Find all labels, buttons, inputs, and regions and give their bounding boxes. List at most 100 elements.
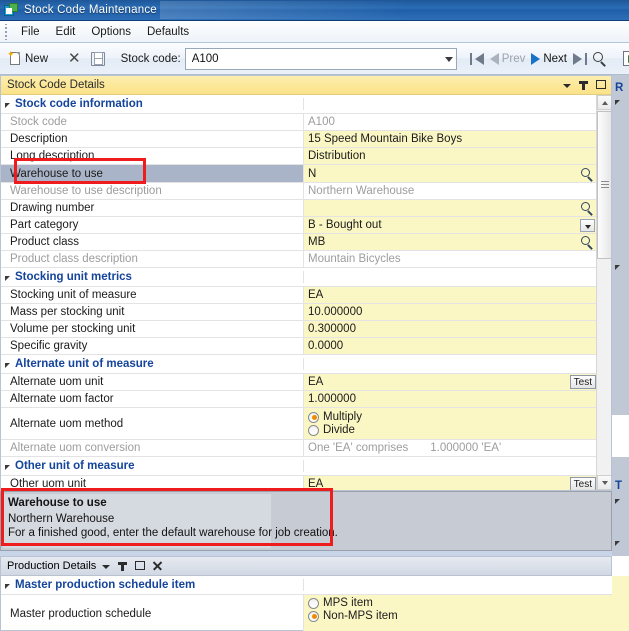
grid-vertical-scrollbar[interactable] xyxy=(596,95,611,490)
next-record-button[interactable]: Next xyxy=(528,51,570,67)
table-row[interactable]: Long description Distribution xyxy=(1,148,597,165)
stock-code-input[interactable] xyxy=(189,49,438,68)
radio-button-icon[interactable] xyxy=(308,597,319,609)
row-label: Stock code xyxy=(1,114,304,130)
table-row[interactable]: Mass per stocking unit 10.000000 xyxy=(1,304,597,321)
scroll-up-button[interactable] xyxy=(597,95,611,110)
table-row[interactable]: Product class MB xyxy=(1,234,597,251)
collapse-triangle-icon[interactable] xyxy=(615,265,620,270)
prev-record-button[interactable]: Prev xyxy=(487,51,529,67)
radio-button-selected-icon[interactable] xyxy=(308,411,319,423)
alternate-uom-method-field[interactable]: Multiply Divide xyxy=(304,408,597,439)
maximize-icon[interactable] xyxy=(594,78,608,92)
radio-option-mps-item[interactable]: MPS item xyxy=(308,597,398,609)
group-header-other-unit-of-measure[interactable]: Other unit of measure xyxy=(1,457,597,476)
long-description-field[interactable]: Distribution xyxy=(304,148,597,164)
table-row[interactable]: Other uom unit EA Test xyxy=(1,476,597,490)
alternate-uom-test-button[interactable]: Test xyxy=(569,375,596,389)
first-record-button[interactable] xyxy=(467,51,487,67)
warehouse-to-use-field[interactable]: N xyxy=(304,165,597,182)
last-record-button[interactable] xyxy=(570,51,590,67)
table-row[interactable]: Drawing number xyxy=(1,200,597,217)
mass-per-stocking-unit-field[interactable]: 10.000000 xyxy=(304,304,597,320)
collapse-triangle-icon[interactable] xyxy=(5,276,10,281)
lookup-search-icon[interactable] xyxy=(580,235,594,250)
collapse-triangle-icon[interactable] xyxy=(5,584,10,589)
part-category-field[interactable]: B - Bought out xyxy=(304,217,597,233)
maximize-icon[interactable] xyxy=(133,559,147,573)
stock-code-combo[interactable] xyxy=(184,47,457,70)
menu-item-defaults[interactable]: Defaults xyxy=(139,24,197,40)
lookup-search-icon[interactable] xyxy=(580,167,594,182)
table-row[interactable]: Alternate uom method Multiply Divide xyxy=(1,408,597,440)
group-header-master-production-schedule-item[interactable]: Master production schedule item xyxy=(1,576,613,595)
chevron-down-icon[interactable] xyxy=(580,219,595,232)
table-row[interactable]: Description 15 Speed Mountain Bike Boys xyxy=(1,131,597,148)
pin-icon[interactable] xyxy=(116,559,130,573)
next-arrow-icon xyxy=(531,52,541,65)
radio-option-divide[interactable]: Divide xyxy=(308,424,362,436)
table-row[interactable]: Stock code A100 xyxy=(1,114,597,131)
radio-option-non-mps-item[interactable]: Non-MPS item xyxy=(308,610,398,622)
table-row[interactable]: Warehouse to use description Northern Wa… xyxy=(1,183,597,200)
table-row[interactable]: Alternate uom factor 1.000000 xyxy=(1,391,597,408)
chevron-down-icon[interactable] xyxy=(444,56,453,62)
collapse-triangle-icon[interactable] xyxy=(5,103,10,108)
row-label: Warehouse to use description xyxy=(1,183,304,199)
collapse-triangle-icon[interactable] xyxy=(615,541,620,546)
alternate-uom-unit-value: EA xyxy=(308,376,324,388)
table-row-warehouse-to-use[interactable]: Warehouse to use N xyxy=(1,165,597,183)
field-help-content: Warehouse to use Northern Warehouse For … xyxy=(3,494,338,548)
table-row[interactable]: Master production schedule MPS item Non-… xyxy=(1,595,613,631)
scroll-down-button[interactable] xyxy=(597,475,611,490)
alternate-uom-unit-field[interactable]: EA Test xyxy=(304,374,597,390)
collapse-triangle-icon[interactable] xyxy=(5,465,10,470)
group-header-stock-code-information[interactable]: Stock code information xyxy=(1,95,597,114)
part-category-value: B - Bought out xyxy=(308,219,382,231)
table-row[interactable]: Alternate uom conversion One 'EA' compri… xyxy=(1,440,597,457)
master-production-schedule-field[interactable]: MPS item Non-MPS item xyxy=(304,595,613,631)
collapse-triangle-icon[interactable] xyxy=(615,100,620,105)
last-record-bar xyxy=(585,52,587,65)
collapse-triangle-icon[interactable] xyxy=(615,499,620,504)
scrollbar-thumb[interactable] xyxy=(597,111,611,259)
menu-grip-handle[interactable] xyxy=(2,23,11,40)
table-row[interactable]: Alternate uom unit EA Test xyxy=(1,374,597,391)
group-header-alternate-unit-of-measure[interactable]: Alternate unit of measure xyxy=(1,355,597,374)
volume-per-stocking-unit-field[interactable]: 0.300000 xyxy=(304,321,597,337)
run-button[interactable] xyxy=(620,49,629,68)
group-header-stocking-unit-metrics[interactable]: Stocking unit metrics xyxy=(1,268,597,287)
radio-button-icon[interactable] xyxy=(308,424,319,436)
collapse-triangle-icon[interactable] xyxy=(5,363,10,368)
alternate-uom-factor-field[interactable]: 1.000000 xyxy=(304,391,597,407)
table-row[interactable]: Product class description Mountain Bicyc… xyxy=(1,251,597,268)
menu-item-file[interactable]: File xyxy=(13,24,48,40)
table-row[interactable]: Volume per stocking unit 0.300000 xyxy=(1,321,597,338)
pin-icon[interactable] xyxy=(577,78,591,92)
specific-gravity-field[interactable]: 0.0000 xyxy=(304,338,597,354)
other-uom-unit-field[interactable]: EA Test xyxy=(304,476,597,490)
table-row[interactable]: Stocking unit of measure EA xyxy=(1,287,597,304)
dropdown-menu-icon[interactable] xyxy=(560,78,574,92)
application-window: Stock Code Maintenance File Edit Options… xyxy=(0,0,629,631)
menu-item-edit[interactable]: Edit xyxy=(48,24,84,40)
radio-label: Non-MPS item xyxy=(323,610,398,622)
delete-button[interactable]: ✕ xyxy=(62,50,87,68)
search-button[interactable] xyxy=(590,50,610,68)
new-button[interactable]: ✦ New xyxy=(4,49,52,68)
dropdown-menu-icon[interactable] xyxy=(99,559,113,573)
save-button[interactable] xyxy=(87,50,109,68)
menu-item-options[interactable]: Options xyxy=(83,24,139,40)
radio-button-selected-icon[interactable] xyxy=(308,610,319,622)
other-uom-test-button[interactable]: Test xyxy=(569,477,596,490)
table-row[interactable]: Specific gravity 0.0000 xyxy=(1,338,597,355)
table-row[interactable]: Part category B - Bought out xyxy=(1,217,597,234)
product-class-field[interactable]: MB xyxy=(304,234,597,250)
description-field[interactable]: 15 Speed Mountain Bike Boys xyxy=(304,131,597,147)
drawing-number-field[interactable] xyxy=(304,200,597,216)
lookup-search-icon[interactable] xyxy=(580,201,594,216)
close-icon[interactable] xyxy=(150,559,164,573)
row-label: Product class description xyxy=(1,251,304,267)
radio-option-multiply[interactable]: Multiply xyxy=(308,411,362,423)
stocking-uom-field[interactable]: EA xyxy=(304,287,597,303)
